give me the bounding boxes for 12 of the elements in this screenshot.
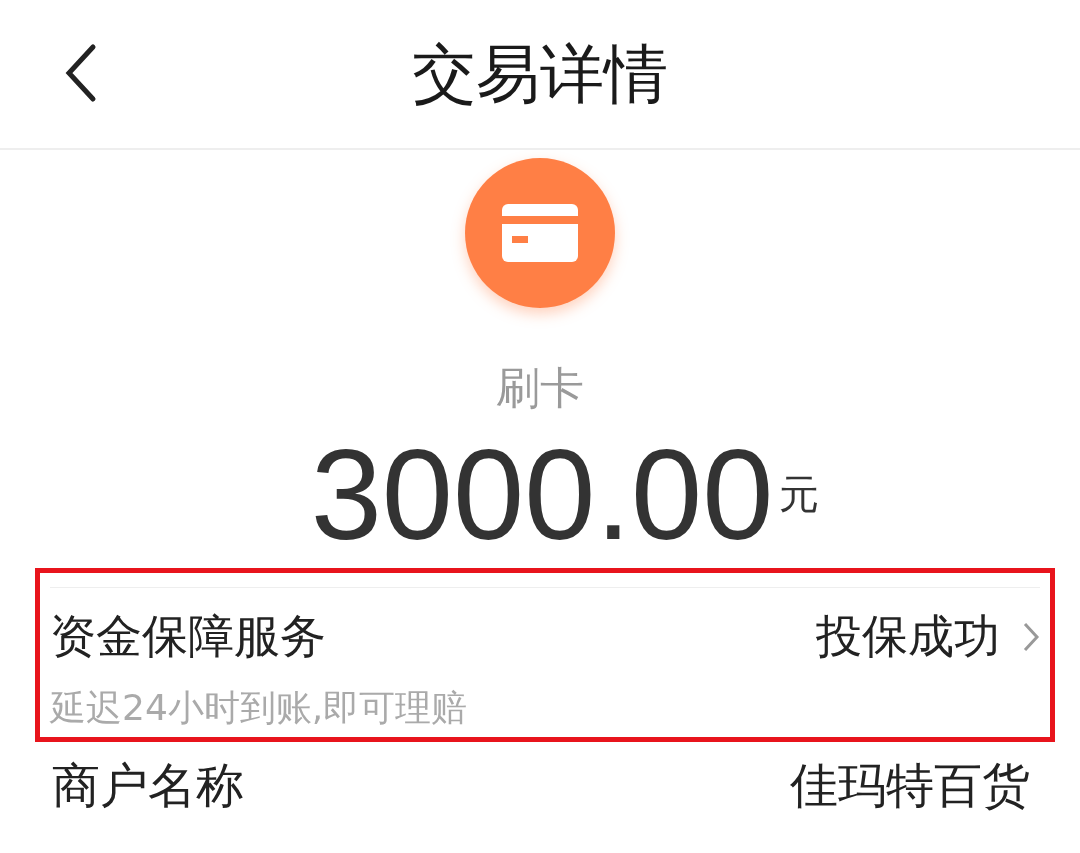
back-icon [63, 43, 97, 103]
payment-method: 刷卡 [496, 366, 584, 410]
merchant-name: 佳玛特百货 [790, 756, 1030, 816]
merchant-label: 商户名称 [52, 756, 244, 816]
page-title: 交易详情 [412, 35, 668, 113]
service-title: 资金保障服务 [50, 608, 326, 666]
currency-unit: 元 [779, 470, 820, 520]
service-status[interactable]: 投保成功 [816, 606, 1000, 669]
service-note: 延迟24小时到账,即可理赔 [50, 686, 469, 731]
chevron-right-icon [1022, 621, 1040, 654]
card-icon [502, 204, 578, 262]
amount: 3000.00 [310, 428, 774, 563]
